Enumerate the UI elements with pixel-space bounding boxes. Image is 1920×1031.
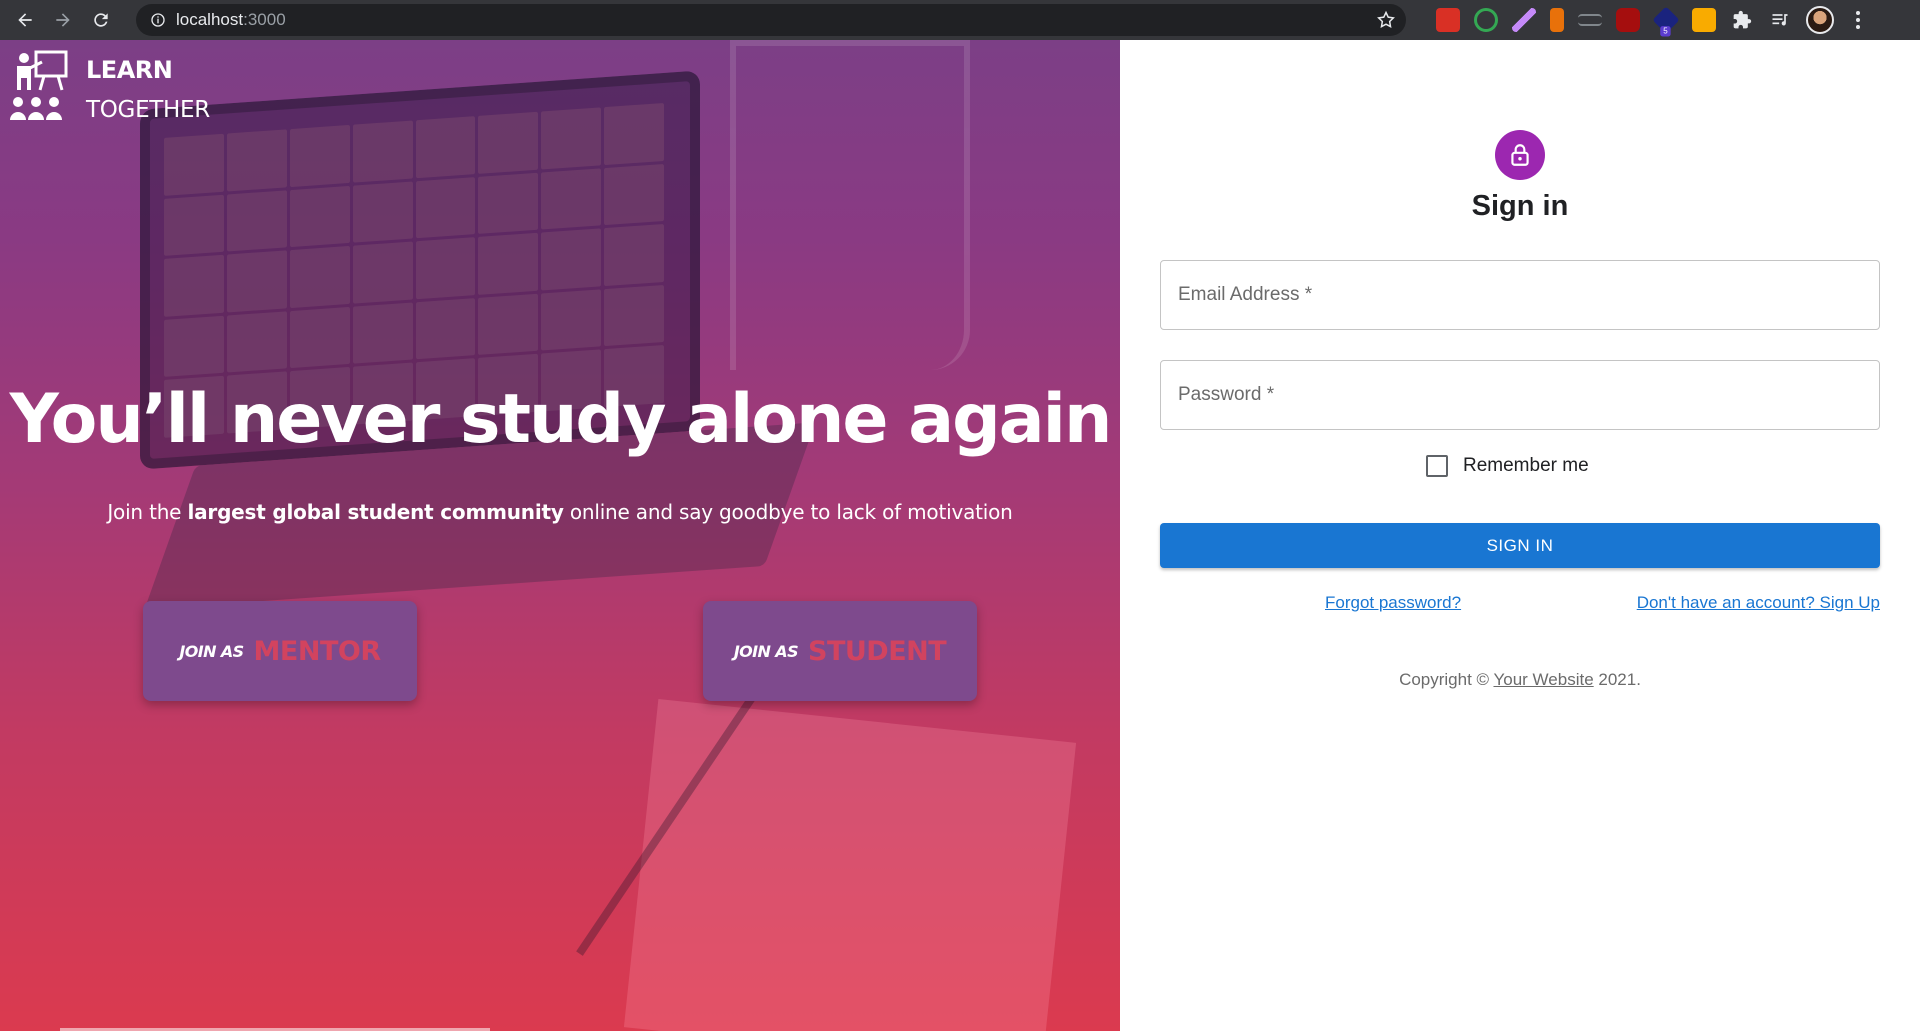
password-placeholder: Password * bbox=[1178, 384, 1275, 405]
password-field[interactable]: Password * bbox=[1160, 360, 1880, 430]
copyright-suffix: 2021. bbox=[1593, 670, 1641, 689]
remember-me-label: Remember me bbox=[1463, 455, 1589, 476]
remember-me-checkbox[interactable]: Remember me bbox=[1426, 455, 1589, 477]
puzzle-icon[interactable] bbox=[1730, 8, 1754, 32]
background-lamp bbox=[730, 40, 970, 370]
arrow-left-icon bbox=[18, 13, 32, 27]
extension-6-icon[interactable] bbox=[1616, 8, 1640, 32]
star-icon[interactable] bbox=[1376, 10, 1396, 30]
reload-icon bbox=[94, 13, 108, 27]
extension-4-icon[interactable] bbox=[1550, 8, 1564, 32]
signup-link[interactable]: Don't have an account? Sign Up bbox=[1637, 593, 1880, 613]
join-as-mentor-button[interactable]: JOIN AS MENTOR bbox=[143, 601, 417, 701]
extension-1-icon[interactable] bbox=[1436, 8, 1460, 32]
hero-headline: You’ll never study alone again bbox=[9, 380, 1113, 459]
brand-logo[interactable]: LEARN TOGETHER bbox=[8, 50, 210, 130]
browser-toolbar: localhost:3000 5 bbox=[0, 0, 1920, 40]
join-as-label: JOIN AS bbox=[179, 641, 244, 661]
join-as-label: JOIN AS bbox=[733, 641, 799, 661]
forward-button[interactable] bbox=[50, 7, 76, 33]
arrow-right-icon bbox=[56, 13, 70, 27]
signin-avatar bbox=[1495, 130, 1545, 180]
email-placeholder: Email Address * bbox=[1178, 284, 1313, 305]
signin-title: Sign in bbox=[1471, 190, 1569, 222]
hero-section: LEARN TOGETHER You’ll never study alone … bbox=[0, 40, 1120, 1031]
mentor-label: MENTOR bbox=[253, 635, 382, 667]
hero-sub-end: online and say goodbye to lack of motiva… bbox=[563, 500, 1013, 524]
reload-button[interactable] bbox=[88, 7, 114, 33]
website-link[interactable]: Your Website bbox=[1493, 670, 1593, 689]
back-button[interactable] bbox=[12, 7, 38, 33]
extension-5-icon[interactable] bbox=[1578, 14, 1602, 26]
student-label: STUDENT bbox=[808, 635, 947, 667]
copyright-notice: Copyright © Your Website 2021. bbox=[1120, 670, 1920, 690]
background-laptop bbox=[140, 70, 816, 610]
url-text: localhost:3000 bbox=[176, 10, 286, 30]
info-icon[interactable] bbox=[150, 12, 166, 28]
copyright-prefix: Copyright © bbox=[1399, 670, 1494, 689]
background-notepad bbox=[623, 698, 1077, 1031]
brand-line-2: TOGETHER bbox=[86, 97, 210, 123]
hero-sub-start: Join the bbox=[107, 500, 188, 524]
extension-badge: 5 bbox=[1660, 26, 1671, 37]
media-control-icon[interactable] bbox=[1768, 8, 1792, 32]
extension-2-icon[interactable] bbox=[1474, 8, 1498, 32]
url-port: :3000 bbox=[243, 10, 286, 29]
extension-8-icon[interactable] bbox=[1692, 8, 1716, 32]
hero-subheadline: Join the largest global student communit… bbox=[0, 500, 1120, 524]
forgot-password-link[interactable]: Forgot password? bbox=[1325, 593, 1461, 613]
brand-name: LEARN TOGETHER bbox=[86, 50, 210, 130]
extension-3-icon[interactable] bbox=[1512, 8, 1536, 32]
brand-line-1: LEARN bbox=[86, 56, 173, 84]
three-dots-icon[interactable] bbox=[1848, 8, 1868, 32]
teacher-board-icon bbox=[10, 50, 68, 120]
checkbox-square[interactable] bbox=[1426, 455, 1448, 477]
extension-7-icon[interactable]: 5 bbox=[1652, 6, 1680, 37]
url-host: localhost bbox=[176, 10, 244, 29]
address-bar[interactable]: localhost:3000 bbox=[136, 4, 1406, 36]
email-field[interactable]: Email Address * bbox=[1160, 260, 1880, 330]
join-as-student-button[interactable]: JOIN AS STUDENT bbox=[703, 601, 977, 701]
lock-icon bbox=[1511, 144, 1529, 166]
signin-button[interactable]: SIGN IN bbox=[1160, 523, 1880, 568]
hero-sub-bold: largest global student community bbox=[187, 500, 564, 524]
signin-panel: Sign in Email Address * Password * Remem… bbox=[1120, 40, 1920, 1031]
profile-avatar[interactable] bbox=[1806, 6, 1834, 34]
extensions-bar: 5 bbox=[1436, 4, 1868, 37]
